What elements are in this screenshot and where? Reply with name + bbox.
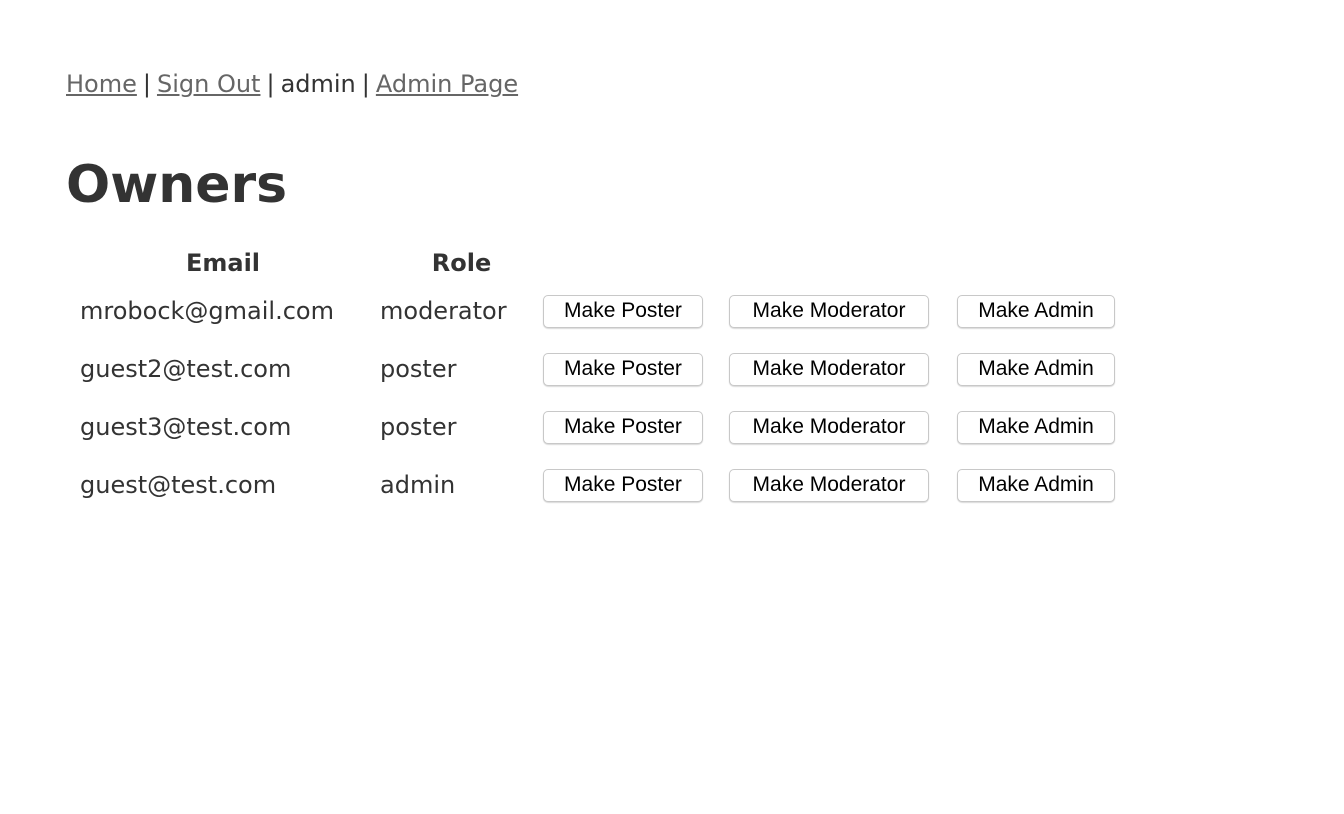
make-admin-button[interactable]: Make Admin [957,294,1115,328]
nav-separator: | [361,70,370,98]
page-title: Owners [66,155,288,215]
owner-email: guest3@test.com [80,413,292,441]
table-row: guest3@test.com poster Make Poster Make Mod… [66,398,1127,456]
header-role: Role [431,249,492,277]
sign-out-link[interactable]: Sign Out [157,70,261,98]
make-poster-button[interactable]: Make Poster [543,294,703,328]
owner-role: admin [380,471,456,499]
owner-email: guest2@test.com [80,355,292,383]
make-admin-button[interactable]: Make Admin [957,468,1115,502]
nav-separator: | [266,70,275,98]
make-moderator-button[interactable]: Make Moderator [729,468,929,502]
make-admin-button[interactable]: Make Admin [957,352,1115,386]
current-user: admin [280,70,356,98]
owner-email: mrobock@gmail.com [80,297,334,325]
table-row: guest2@test.com poster Make Poster Make Mod… [66,340,1127,398]
make-moderator-button[interactable]: Make Moderator [729,294,929,328]
make-admin-button[interactable]: Make Admin [957,410,1115,444]
make-moderator-button[interactable]: Make Moderator [729,352,929,386]
make-poster-button[interactable]: Make Poster [543,352,703,386]
owner-email: guest@test.com [80,471,277,499]
make-poster-button[interactable]: Make Poster [543,410,703,444]
nav-separator: | [142,70,151,98]
make-moderator-button[interactable]: Make Moderator [729,410,929,444]
table-row: guest@test.com admin Make Poster Make Moder… [66,456,1127,514]
header-email: Email [185,249,261,277]
table-row: mrobock@gmail.com moderator Make Poster Mak… [66,282,1127,340]
home-link[interactable]: Home [66,70,137,98]
owners-table: Email Role mrobock@gmail.com moderator Mak… [66,244,1127,514]
owner-role: poster [380,355,457,383]
make-poster-button[interactable]: Make Poster [543,468,703,502]
owner-role: moderator [380,297,507,325]
table-header-row: Email Role [66,244,1127,282]
owner-role: poster [380,413,457,441]
admin-page-link[interactable]: Admin Page [376,70,518,98]
top-nav: Home | Sign Out | admin | Admin Page [66,68,518,100]
